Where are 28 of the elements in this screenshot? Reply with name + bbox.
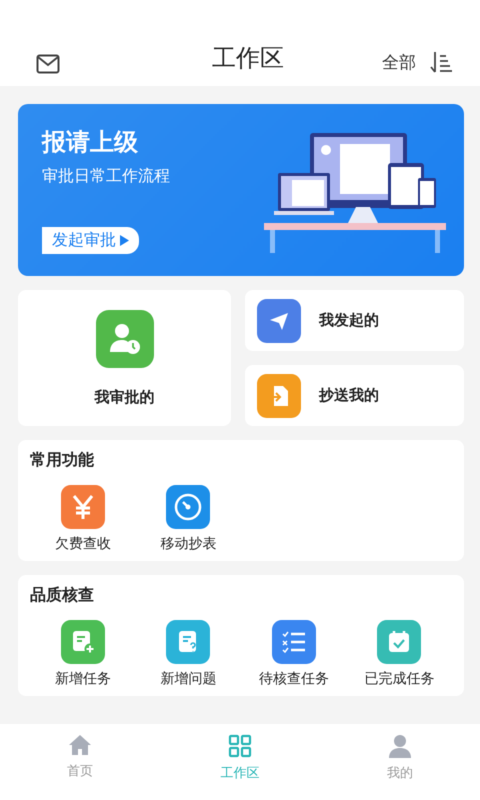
section-title: 常用功能: [30, 450, 95, 471]
play-icon: [120, 235, 129, 246]
page-title: 工作区: [212, 43, 284, 74]
user-clock-icon: [108, 322, 142, 356]
function-item[interactable]: 新增问题: [136, 620, 241, 688]
function-item[interactable]: 已完成任务: [346, 620, 452, 688]
sort-icon: [430, 50, 452, 74]
start-approval-button[interactable]: 发起审批: [42, 227, 139, 254]
mail-icon: [36, 54, 60, 74]
person-icon: [388, 734, 412, 758]
function-item[interactable]: 新增任务: [30, 620, 136, 688]
approval-card[interactable]: 抄送我的: [245, 365, 464, 426]
gauge-icon: [173, 492, 204, 522]
function-item[interactable]: 移动抄表: [136, 485, 241, 553]
approval-card[interactable]: 我审批的: [18, 290, 231, 426]
function-item[interactable]: 待核查任务: [241, 620, 346, 688]
checklist-icon: [280, 630, 307, 654]
sort-button[interactable]: [430, 50, 452, 74]
mail-button[interactable]: [36, 54, 60, 74]
grid-icon: [228, 734, 252, 758]
approval-card[interactable]: 我发起的: [245, 290, 464, 351]
home-icon: [68, 734, 92, 756]
section-title: 品质核查: [30, 585, 95, 606]
banner-title: 报请上级: [42, 127, 139, 158]
banner-subtitle: 审批日常工作流程: [42, 166, 170, 187]
function-item[interactable]: 欠费查收: [30, 485, 136, 553]
filter-label[interactable]: 全部: [382, 50, 416, 74]
yen-icon: [70, 494, 95, 520]
